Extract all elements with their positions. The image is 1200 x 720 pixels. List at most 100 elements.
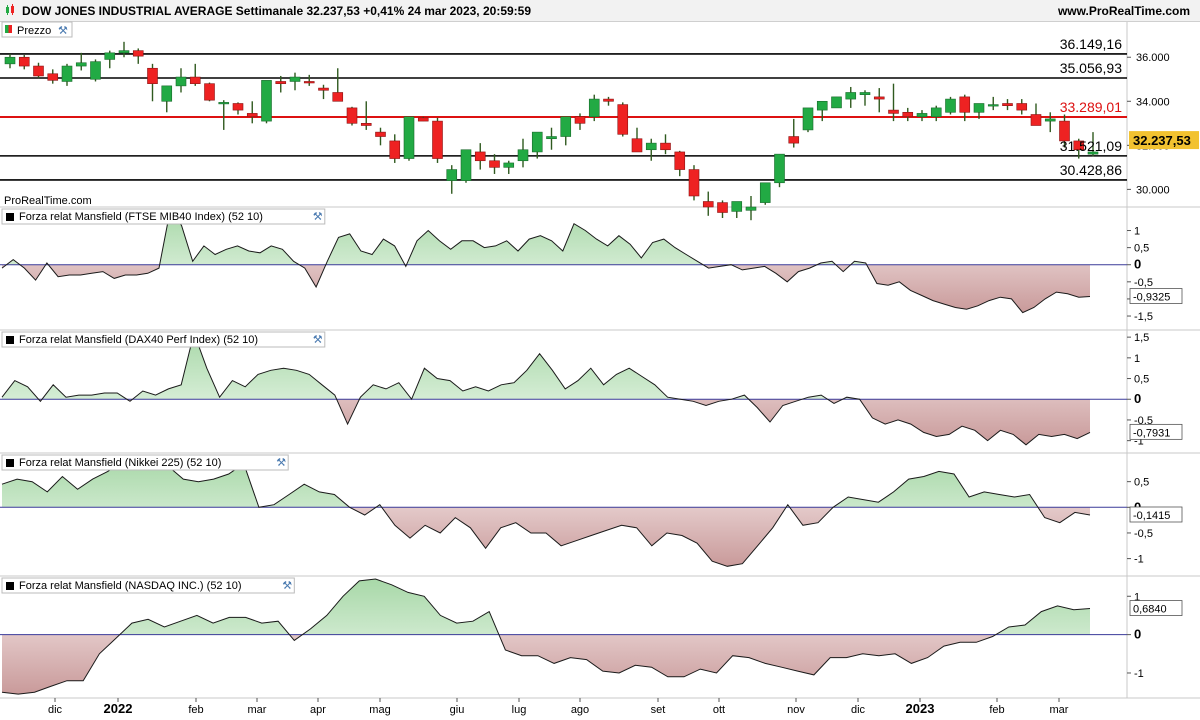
candle-body <box>417 117 429 122</box>
x-tick-label: dic <box>851 704 866 716</box>
candle-body <box>660 142 671 151</box>
candle-body <box>788 136 800 144</box>
candle-body <box>717 202 728 213</box>
candle-body <box>147 67 158 84</box>
candle-body <box>560 116 572 137</box>
candle-body <box>18 56 30 67</box>
x-tick-label: lug <box>512 704 527 716</box>
x-tick-label: ott <box>713 704 725 716</box>
level-label: 35.056,93 <box>1060 60 1122 76</box>
candle-body <box>688 169 700 197</box>
candle-body <box>531 131 543 153</box>
y-tick-label: 0 <box>1134 391 1141 406</box>
current-price-label: 32.237,53 <box>1133 133 1191 148</box>
candle-body <box>332 92 344 102</box>
candle-body <box>873 96 885 100</box>
candle-body <box>1016 103 1028 111</box>
wrench-icon: ⚒ <box>276 457 286 469</box>
indicator-legend[interactable]: Forza relat Mansfield (DAX40 Perf Index)… <box>1 331 326 348</box>
candle-body <box>930 107 942 118</box>
last-value-label: -0,7931 <box>1133 427 1170 439</box>
legend-label: Prezzo <box>17 25 51 37</box>
candle-body <box>104 52 116 60</box>
candle-body <box>474 151 486 162</box>
y-tick-label: 1 <box>1134 226 1140 238</box>
candle-body <box>816 100 828 111</box>
indicator-legend[interactable]: Forza relat Mansfield (FTSE MIB40 Index)… <box>1 208 326 225</box>
candle-body <box>161 85 173 102</box>
candle-body <box>731 201 743 212</box>
candle-body <box>90 61 101 80</box>
candle-body <box>61 65 73 82</box>
x-tick-label: feb <box>989 704 1004 716</box>
y-tick-label: -0,5 <box>1134 277 1153 289</box>
candle-body <box>446 169 458 181</box>
level-label: 33.289,01 <box>1060 99 1122 115</box>
level-label: 31.521,09 <box>1060 138 1122 154</box>
y-tick-label: 0,5 <box>1134 243 1149 255</box>
indicator-title: Forza relat Mansfield (Nikkei 225) (52 1… <box>19 457 221 469</box>
indicator-legend[interactable]: Forza relat Mansfield (NASDAQ INC.) (52 … <box>1 577 295 594</box>
y-tick-label: 34.000 <box>1136 96 1170 108</box>
indicator-title: Forza relat Mansfield (FTSE MIB40 Index)… <box>19 211 263 223</box>
candle-body <box>261 80 272 122</box>
candle-body <box>845 92 857 100</box>
x-tick-label: mag <box>369 704 390 716</box>
candle-body <box>774 153 785 184</box>
last-value-label: -0,9325 <box>1133 292 1170 304</box>
level-label: 30.428,86 <box>1060 162 1122 178</box>
candle-body <box>47 73 59 81</box>
candle-body <box>489 160 500 168</box>
candle-body <box>75 62 87 67</box>
y-tick-label: 0,5 <box>1134 477 1149 489</box>
wrench-icon: ⚒ <box>313 211 323 223</box>
y-tick-label: -1 <box>1134 554 1144 566</box>
x-tick-label: mar <box>248 704 267 716</box>
x-tick-label: set <box>651 704 666 716</box>
y-tick-label: -0,5 <box>1134 528 1153 540</box>
candle-body <box>987 104 999 107</box>
candle-body <box>574 116 586 124</box>
candle-body <box>517 149 529 162</box>
indicator-legend[interactable]: Forza relat Mansfield (Nikkei 225) (52 1… <box>1 454 289 471</box>
y-tick-label: 36.000 <box>1136 52 1170 64</box>
candle-body <box>289 76 301 82</box>
candle-body <box>945 98 956 113</box>
y-tick-label: 1,5 <box>1134 332 1149 344</box>
legend-swatch <box>6 213 14 221</box>
candle-body <box>859 92 871 95</box>
candle-body <box>403 116 415 159</box>
candle-body <box>588 98 600 118</box>
candle-body <box>802 107 814 131</box>
wrench-icon: ⚒ <box>313 334 323 346</box>
x-tick-label: giu <box>450 704 465 716</box>
x-tick-label: apr <box>310 704 326 716</box>
candle-body <box>346 107 358 124</box>
x-tick-label: 2023 <box>906 701 935 716</box>
candle-body <box>831 96 842 109</box>
candle-body <box>118 50 130 54</box>
candle-body <box>973 103 985 113</box>
candle-body <box>902 111 914 118</box>
y-tick-label: 1 <box>1134 353 1140 365</box>
candle-body <box>218 102 230 105</box>
candle-body <box>132 50 144 57</box>
x-tick-label: ago <box>571 704 589 716</box>
legend-swatch <box>6 459 14 467</box>
legend-swatch <box>6 582 14 590</box>
indicator-title: Forza relat Mansfield (NASDAQ INC.) (52 … <box>19 580 242 592</box>
candle-body <box>617 104 629 135</box>
price-legend[interactable]: Prezzo ⚒ <box>1 21 73 38</box>
level-label: 36.149,16 <box>1060 36 1122 52</box>
candle-body <box>246 113 258 118</box>
candle-body <box>631 138 643 153</box>
candle-body <box>1002 103 1013 106</box>
chart-area[interactable]: 36.00034.00032.00030.00036.149,1635.056,… <box>0 0 1200 720</box>
y-tick-label: 0,5 <box>1134 374 1149 386</box>
candle-body <box>1044 118 1056 122</box>
candle-body <box>232 103 244 111</box>
candle-body <box>503 162 515 168</box>
candle-body <box>959 96 971 113</box>
candle-body <box>432 120 443 159</box>
candle-body <box>916 113 928 118</box>
